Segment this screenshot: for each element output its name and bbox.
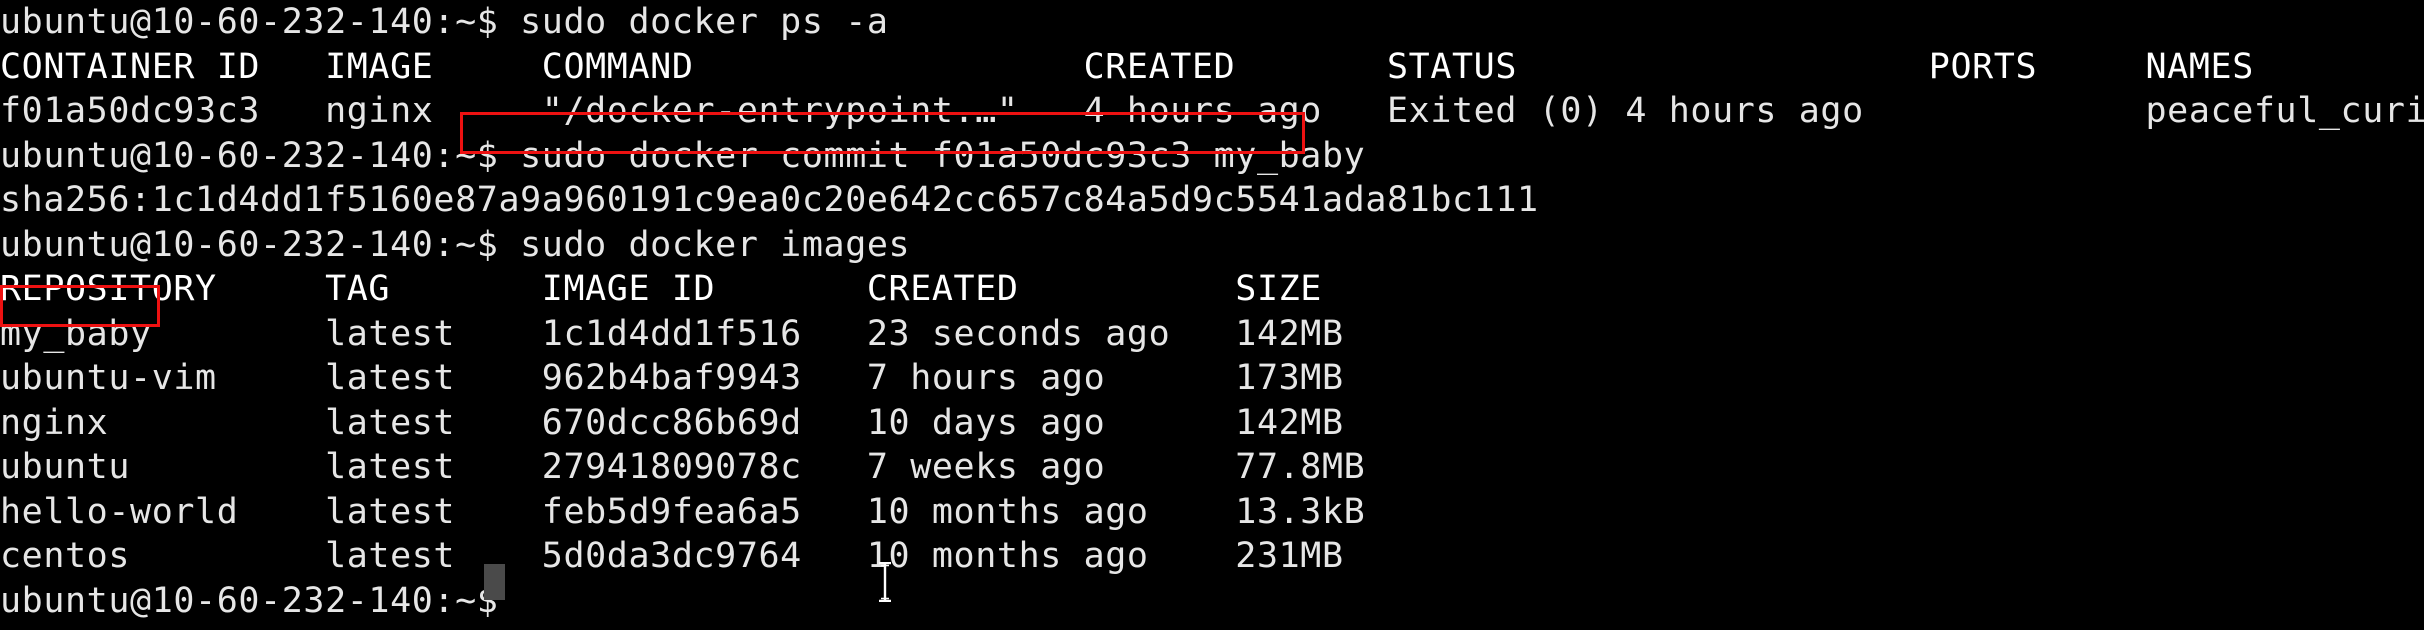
shell-prompt: ubuntu@10-60-232-140:~$ bbox=[0, 224, 499, 265]
terminal-line-cmd-commit: ubuntu@10-60-232-140:~$ sudo docker comm… bbox=[0, 134, 2424, 179]
command-docker-images: sudo docker images bbox=[520, 224, 911, 265]
images-table-row: my_baby latest 1c1d4dd1f516 23 seconds a… bbox=[0, 313, 1344, 354]
shell-prompt: ubuntu@10-60-232-140:~$ bbox=[0, 135, 499, 176]
images-table-row: centos latest 5d0da3dc9764 10 months ago… bbox=[0, 536, 1344, 576]
images-table-row: hello-world latest feb5d9fea6a5 10 month… bbox=[0, 491, 1366, 532]
images-table-row: nginx latest 670dcc86b69d 10 days ago 14… bbox=[0, 402, 1344, 443]
commit-sha-output: sha256:1c1d4dd1f5160e87a9a960191c9ea0c20… bbox=[0, 180, 1539, 220]
images-table-row: ubuntu latest 27941809078c 7 weeks ago 7… bbox=[0, 447, 1366, 487]
terminal-window[interactable]: ubuntu@10-60-232-140:~$ sudo docker ps -… bbox=[0, 0, 2424, 630]
block-cursor-icon bbox=[484, 564, 505, 600]
shell-prompt: ubuntu@10-60-232-140:~$ bbox=[0, 2, 499, 42]
images-table-row: ubuntu-vim latest 962b4baf9943 7 hours a… bbox=[0, 358, 1344, 398]
images-table-header: REPOSITORY TAG IMAGE ID CREATED SIZE bbox=[0, 269, 1322, 309]
i-beam-pointer-icon bbox=[876, 562, 894, 602]
ps-table-header: CONTAINER ID IMAGE COMMAND CREATED STATU… bbox=[0, 46, 2254, 87]
terminal-line-cmd-images: ubuntu@10-60-232-140:~$ sudo docker imag… bbox=[0, 223, 2424, 268]
terminal-line-cmd-ps: ubuntu@10-60-232-140:~$ sudo docker ps -… bbox=[0, 0, 2424, 45]
ps-table-row: f01a50dc93c3 nginx "/docker-entrypoint.…… bbox=[0, 91, 2424, 131]
command-docker-ps: sudo docker ps -a bbox=[520, 2, 889, 42]
terminal-line-final-prompt: ubuntu@10-60-232-140:~$ bbox=[0, 579, 2424, 624]
shell-prompt: ubuntu@10-60-232-140:~$ bbox=[0, 580, 499, 621]
command-docker-commit: sudo docker commit f01a50dc93c3 my_baby bbox=[520, 135, 1366, 176]
